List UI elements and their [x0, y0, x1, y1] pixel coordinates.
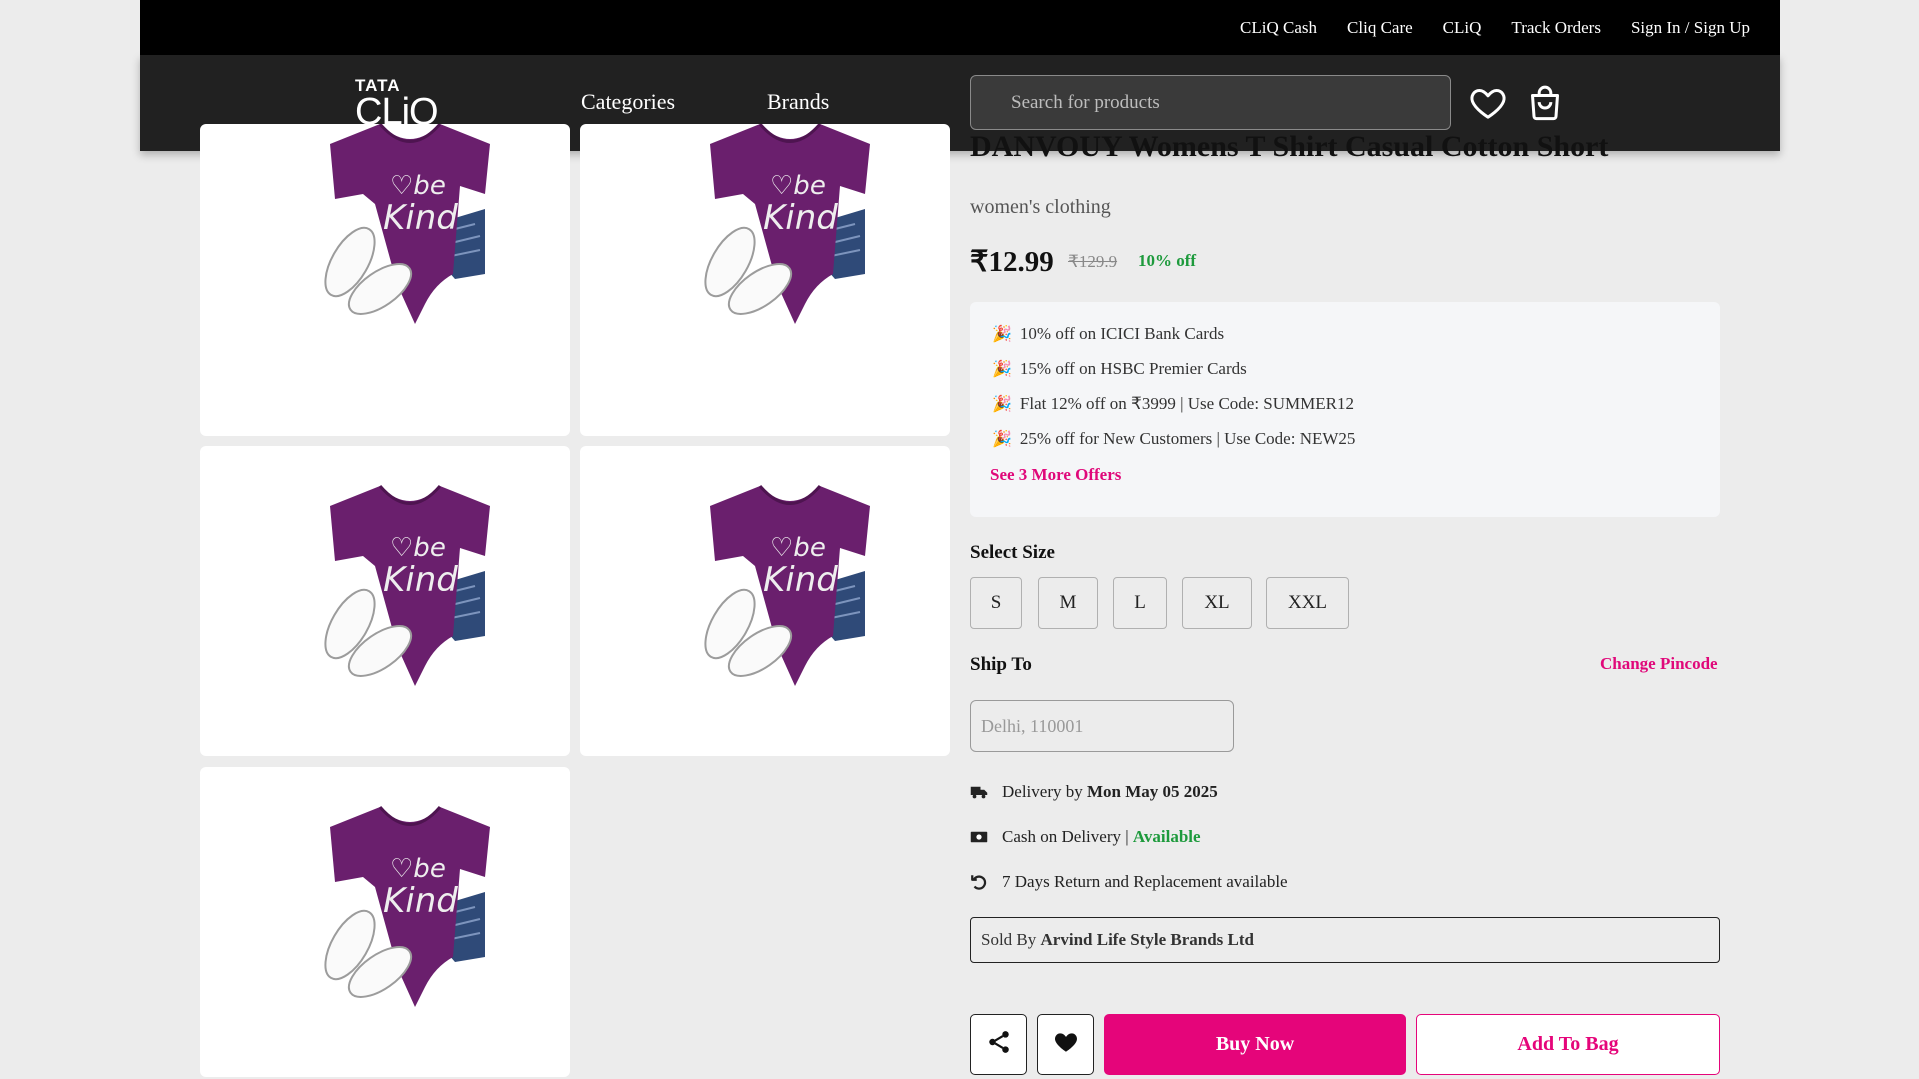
heart-filled-icon: [1053, 1029, 1079, 1060]
nav-brands[interactable]: Brands: [767, 89, 829, 115]
sign-in-link[interactable]: Sign In / Sign Up: [1631, 18, 1750, 38]
wishlist-button[interactable]: [1037, 1014, 1094, 1075]
share-icon: [986, 1029, 1012, 1060]
seller-box: Sold By Arvind Life Style Brands Ltd: [970, 917, 1720, 963]
product-image-5[interactable]: [200, 767, 570, 1077]
offer-item: 🎉 25% off for New Customers | Use Code: N…: [992, 429, 1355, 449]
product-image-1[interactable]: [200, 124, 570, 436]
seller-name: Arvind Life Style Brands Ltd: [1040, 930, 1255, 949]
cliq-cash-link[interactable]: CLiQ Cash: [1240, 18, 1317, 38]
share-button[interactable]: [970, 1014, 1027, 1075]
top-links: CLiQ Cash Cliq Care CLiQ Track Orders Si…: [1240, 0, 1750, 55]
buy-now-button[interactable]: Buy Now: [1104, 1014, 1406, 1075]
size-xxl-button[interactable]: XXL: [1266, 577, 1349, 629]
product-image-3[interactable]: [200, 446, 570, 756]
tshirt-image: [313, 124, 492, 326]
offer-text: Flat 12% off on ₹3999 | Use Code: SUMMER…: [1019, 394, 1354, 413]
product-mrp: ₹129.9: [1068, 252, 1118, 271]
pincode-input[interactable]: [970, 700, 1234, 752]
returns-text: 7 Days Return and Replacement available: [1002, 872, 1288, 891]
cod-info: Cash on Delivery | Available: [970, 827, 1201, 847]
cod-status: Available: [1132, 827, 1201, 846]
offer-item: 🎉 15% off on HSBC Premier Cards: [992, 359, 1247, 379]
add-to-bag-button[interactable]: Add To Bag: [1416, 1014, 1720, 1075]
seller-prefix: Sold By: [981, 930, 1041, 949]
offer-text: 15% off on HSBC Premier Cards: [1019, 359, 1247, 378]
delivery-info: Delivery by Mon May 05 2025: [970, 782, 1218, 802]
truck-icon: [970, 784, 1002, 800]
tshirt-image: [313, 805, 492, 1009]
party-popper-icon: 🎉: [992, 431, 1012, 448]
heart-icon[interactable]: [1468, 83, 1508, 123]
ship-to-label: Ship To: [970, 654, 1032, 675]
delivery-date: Mon May 05 2025: [1086, 782, 1218, 801]
product-title: DANVOUY Womens T Shirt Casual Cotton Sho…: [970, 130, 1609, 163]
size-l-button[interactable]: L: [1113, 577, 1167, 629]
cod-separator: |: [1120, 827, 1133, 846]
party-popper-icon: 🎉: [992, 361, 1012, 378]
tshirt-image: [313, 484, 492, 688]
track-orders-link[interactable]: Track Orders: [1511, 18, 1601, 38]
search-input[interactable]: [970, 75, 1451, 130]
discount-badge: 10% off: [1138, 251, 1197, 270]
cash-icon: [970, 830, 1002, 844]
product-category: women's clothing: [970, 196, 1111, 218]
bag-icon[interactable]: [1525, 83, 1565, 123]
cod-label: Cash on Delivery: [1002, 827, 1121, 846]
tshirt-image: [693, 484, 872, 688]
product-image-2[interactable]: [580, 124, 950, 436]
party-popper-icon: 🎉: [992, 326, 1012, 343]
cliq-care-link[interactable]: Cliq Care: [1347, 18, 1413, 38]
size-xl-button[interactable]: XL: [1182, 577, 1252, 629]
tshirt-image: [693, 124, 872, 326]
change-pincode-link[interactable]: Change Pincode: [1600, 654, 1718, 674]
nav-categories[interactable]: Categories: [581, 89, 675, 115]
offer-text: 25% off for New Customers | Use Code: NE…: [1019, 429, 1356, 448]
offer-item: 🎉 10% off on ICICI Bank Cards: [992, 324, 1224, 344]
select-size-label: Select Size: [970, 542, 1055, 563]
see-more-offers-link[interactable]: See 3 More Offers: [990, 465, 1121, 485]
size-m-button[interactable]: M: [1038, 577, 1098, 629]
offers-box: 🎉 10% off on ICICI Bank Cards 🎉 15% off on…: [970, 302, 1720, 517]
top-bar: CLiQ Cash Cliq Care CLiQ Track Orders Si…: [140, 0, 1780, 55]
return-icon: [970, 873, 1002, 891]
returns-info: 7 Days Return and Replacement available: [970, 872, 1288, 892]
product-image-4[interactable]: [580, 446, 950, 756]
product-price: ₹12.99: [970, 246, 1054, 278]
tata-cliq-logo[interactable]: TATA CLiQ: [355, 77, 439, 131]
cliq-link[interactable]: CLiQ: [1443, 18, 1482, 38]
delivery-prefix: Delivery by: [1002, 782, 1087, 801]
offer-text: 10% off on ICICI Bank Cards: [1019, 324, 1225, 343]
party-popper-icon: 🎉: [992, 396, 1012, 413]
offer-item: 🎉 Flat 12% off on ₹3999 | Use Code: SUMME…: [992, 394, 1354, 414]
size-s-button[interactable]: S: [970, 577, 1022, 629]
